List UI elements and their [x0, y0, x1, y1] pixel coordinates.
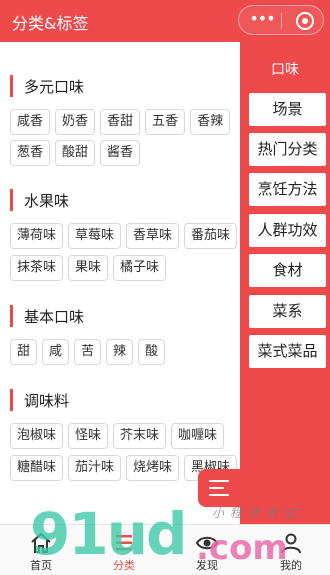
menu-lines-icon	[209, 494, 229, 496]
tag-content-area[interactable]: 多元口味 咸香 奶香 香甜 五香 香辣 葱香 酸甜 酱香 水果味 薄荷味 草莓味 香草味 番茄味 …	[0, 42, 240, 522]
tag-row: 咸香 奶香 香甜 五香 香辣	[10, 109, 235, 135]
home-icon	[31, 532, 51, 553]
tag[interactable]: 薄荷味	[10, 223, 64, 249]
sidebar-item[interactable]: 菜式菜品	[249, 335, 326, 368]
tag[interactable]: 五香	[145, 109, 186, 135]
eye-icon	[195, 536, 219, 550]
tag[interactable]: 糖醋味	[10, 455, 64, 481]
sidebar-item[interactable]: 烹饪方法	[249, 173, 326, 206]
tag[interactable]: 酸甜	[55, 140, 96, 166]
tag[interactable]: 咸香	[10, 109, 51, 135]
section-accent-bar	[10, 189, 13, 211]
tag-row: 葱香 酸甜 酱香	[10, 140, 145, 166]
tag[interactable]: 泡椒味	[10, 423, 64, 449]
tag-row: 甜咸苦辣酸	[10, 339, 170, 365]
section-duoyuan: 多元口味 咸香 奶香 香甜 五香 香辣 葱香 酸甜 酱香	[10, 73, 240, 166]
section-accent-bar	[10, 75, 13, 97]
tag[interactable]: 咸	[42, 339, 70, 365]
tab-mine[interactable]: 我的	[250, 525, 330, 575]
tab-label: 首页	[30, 559, 52, 572]
section-title: 多元口味	[24, 78, 85, 96]
tag[interactable]: 橘子味	[113, 255, 167, 281]
section-jiben: 基本口味 甜咸苦辣酸	[10, 303, 240, 365]
navigation-bar: 分类&标签 •••	[0, 0, 330, 42]
sidebar-item[interactable]: 人群功效	[249, 214, 326, 247]
section-header: 多元口味	[10, 73, 240, 97]
section-header: 调味料	[10, 387, 240, 411]
section-header: 水果味	[10, 187, 240, 211]
tag[interactable]: 咖喱味	[171, 423, 225, 449]
tag[interactable]: 甜	[10, 339, 38, 365]
category-sidebar: 口味 场景 热门分类 烹饪方法 人群功效 食材 菜系 菜式菜品	[240, 42, 330, 524]
more-menu-button[interactable]: •••	[247, 11, 277, 27]
tag[interactable]: 葱香	[10, 140, 51, 166]
tag[interactable]: 抹茶味	[10, 255, 64, 281]
tag[interactable]: 香草味	[126, 223, 180, 249]
capsule-divider	[281, 13, 282, 29]
tag[interactable]: 怪味	[68, 423, 109, 449]
tag-row: 薄荷味 草莓味 香草味 番茄味	[10, 223, 240, 249]
tag[interactable]: 番茄味	[184, 223, 238, 249]
section-accent-bar	[10, 389, 13, 411]
tag[interactable]: 辣	[106, 339, 134, 365]
section-tiaoweiliao: 调味料 泡椒味 怪味 芥末味 咖喱味 糖醋味 茄汁味 烧烤味 黑椒味	[10, 387, 240, 481]
mini-program-capsule: •••	[238, 5, 324, 35]
section-accent-bar	[10, 305, 13, 327]
menu-lines-icon	[209, 480, 229, 482]
tag[interactable]: 果味	[68, 255, 109, 281]
tag[interactable]: 茄汁味	[68, 455, 122, 481]
section-title: 调味料	[24, 392, 70, 410]
sidebar-item[interactable]: 热门分类	[249, 133, 326, 166]
tag-row: 抹茶味 果味 橘子味	[10, 255, 171, 281]
page-title: 分类&标签	[12, 14, 89, 33]
tag-row: 泡椒味 怪味 芥末味 咖喱味	[10, 423, 229, 449]
tag[interactable]: 苦	[74, 339, 102, 365]
section-title: 水果味	[24, 192, 70, 210]
tag[interactable]: 香甜	[100, 109, 141, 135]
menu-lines-icon	[209, 487, 224, 489]
menu-toggle-button[interactable]	[198, 469, 240, 507]
bottom-tab-bar: 首页 分类 发现 我的	[0, 524, 330, 575]
tab-home[interactable]: 首页	[0, 525, 82, 575]
section-title: 基本口味	[24, 308, 85, 326]
tab-label: 我的	[280, 559, 302, 572]
tag[interactable]: 酸	[138, 339, 166, 365]
category-list-icon	[116, 535, 132, 551]
sidebar-item[interactable]: 菜系	[249, 295, 326, 328]
close-target-icon[interactable]	[296, 12, 314, 30]
tab-discover[interactable]: 发现	[166, 525, 248, 575]
tag[interactable]: 烧烤味	[126, 455, 180, 481]
tag[interactable]: 奶香	[55, 109, 96, 135]
section-shuiguo: 水果味 薄荷味 草莓味 香草味 番茄味 抹茶味 果味 橘子味	[10, 187, 240, 281]
sidebar-item-active[interactable]: 口味	[240, 59, 330, 79]
tab-label: 发现	[196, 559, 218, 572]
tag[interactable]: 酱香	[100, 140, 141, 166]
tab-category[interactable]: 分类	[83, 525, 165, 575]
tab-label: 分类	[113, 559, 135, 572]
tag[interactable]: 芥末味	[113, 423, 167, 449]
user-icon	[281, 533, 301, 554]
tag[interactable]: 草莓味	[68, 223, 122, 249]
sidebar-item[interactable]: 食材	[249, 254, 326, 287]
section-header: 基本口味	[10, 303, 240, 327]
sidebar-item[interactable]: 场景	[249, 93, 326, 126]
tag[interactable]: 香辣	[190, 109, 231, 135]
